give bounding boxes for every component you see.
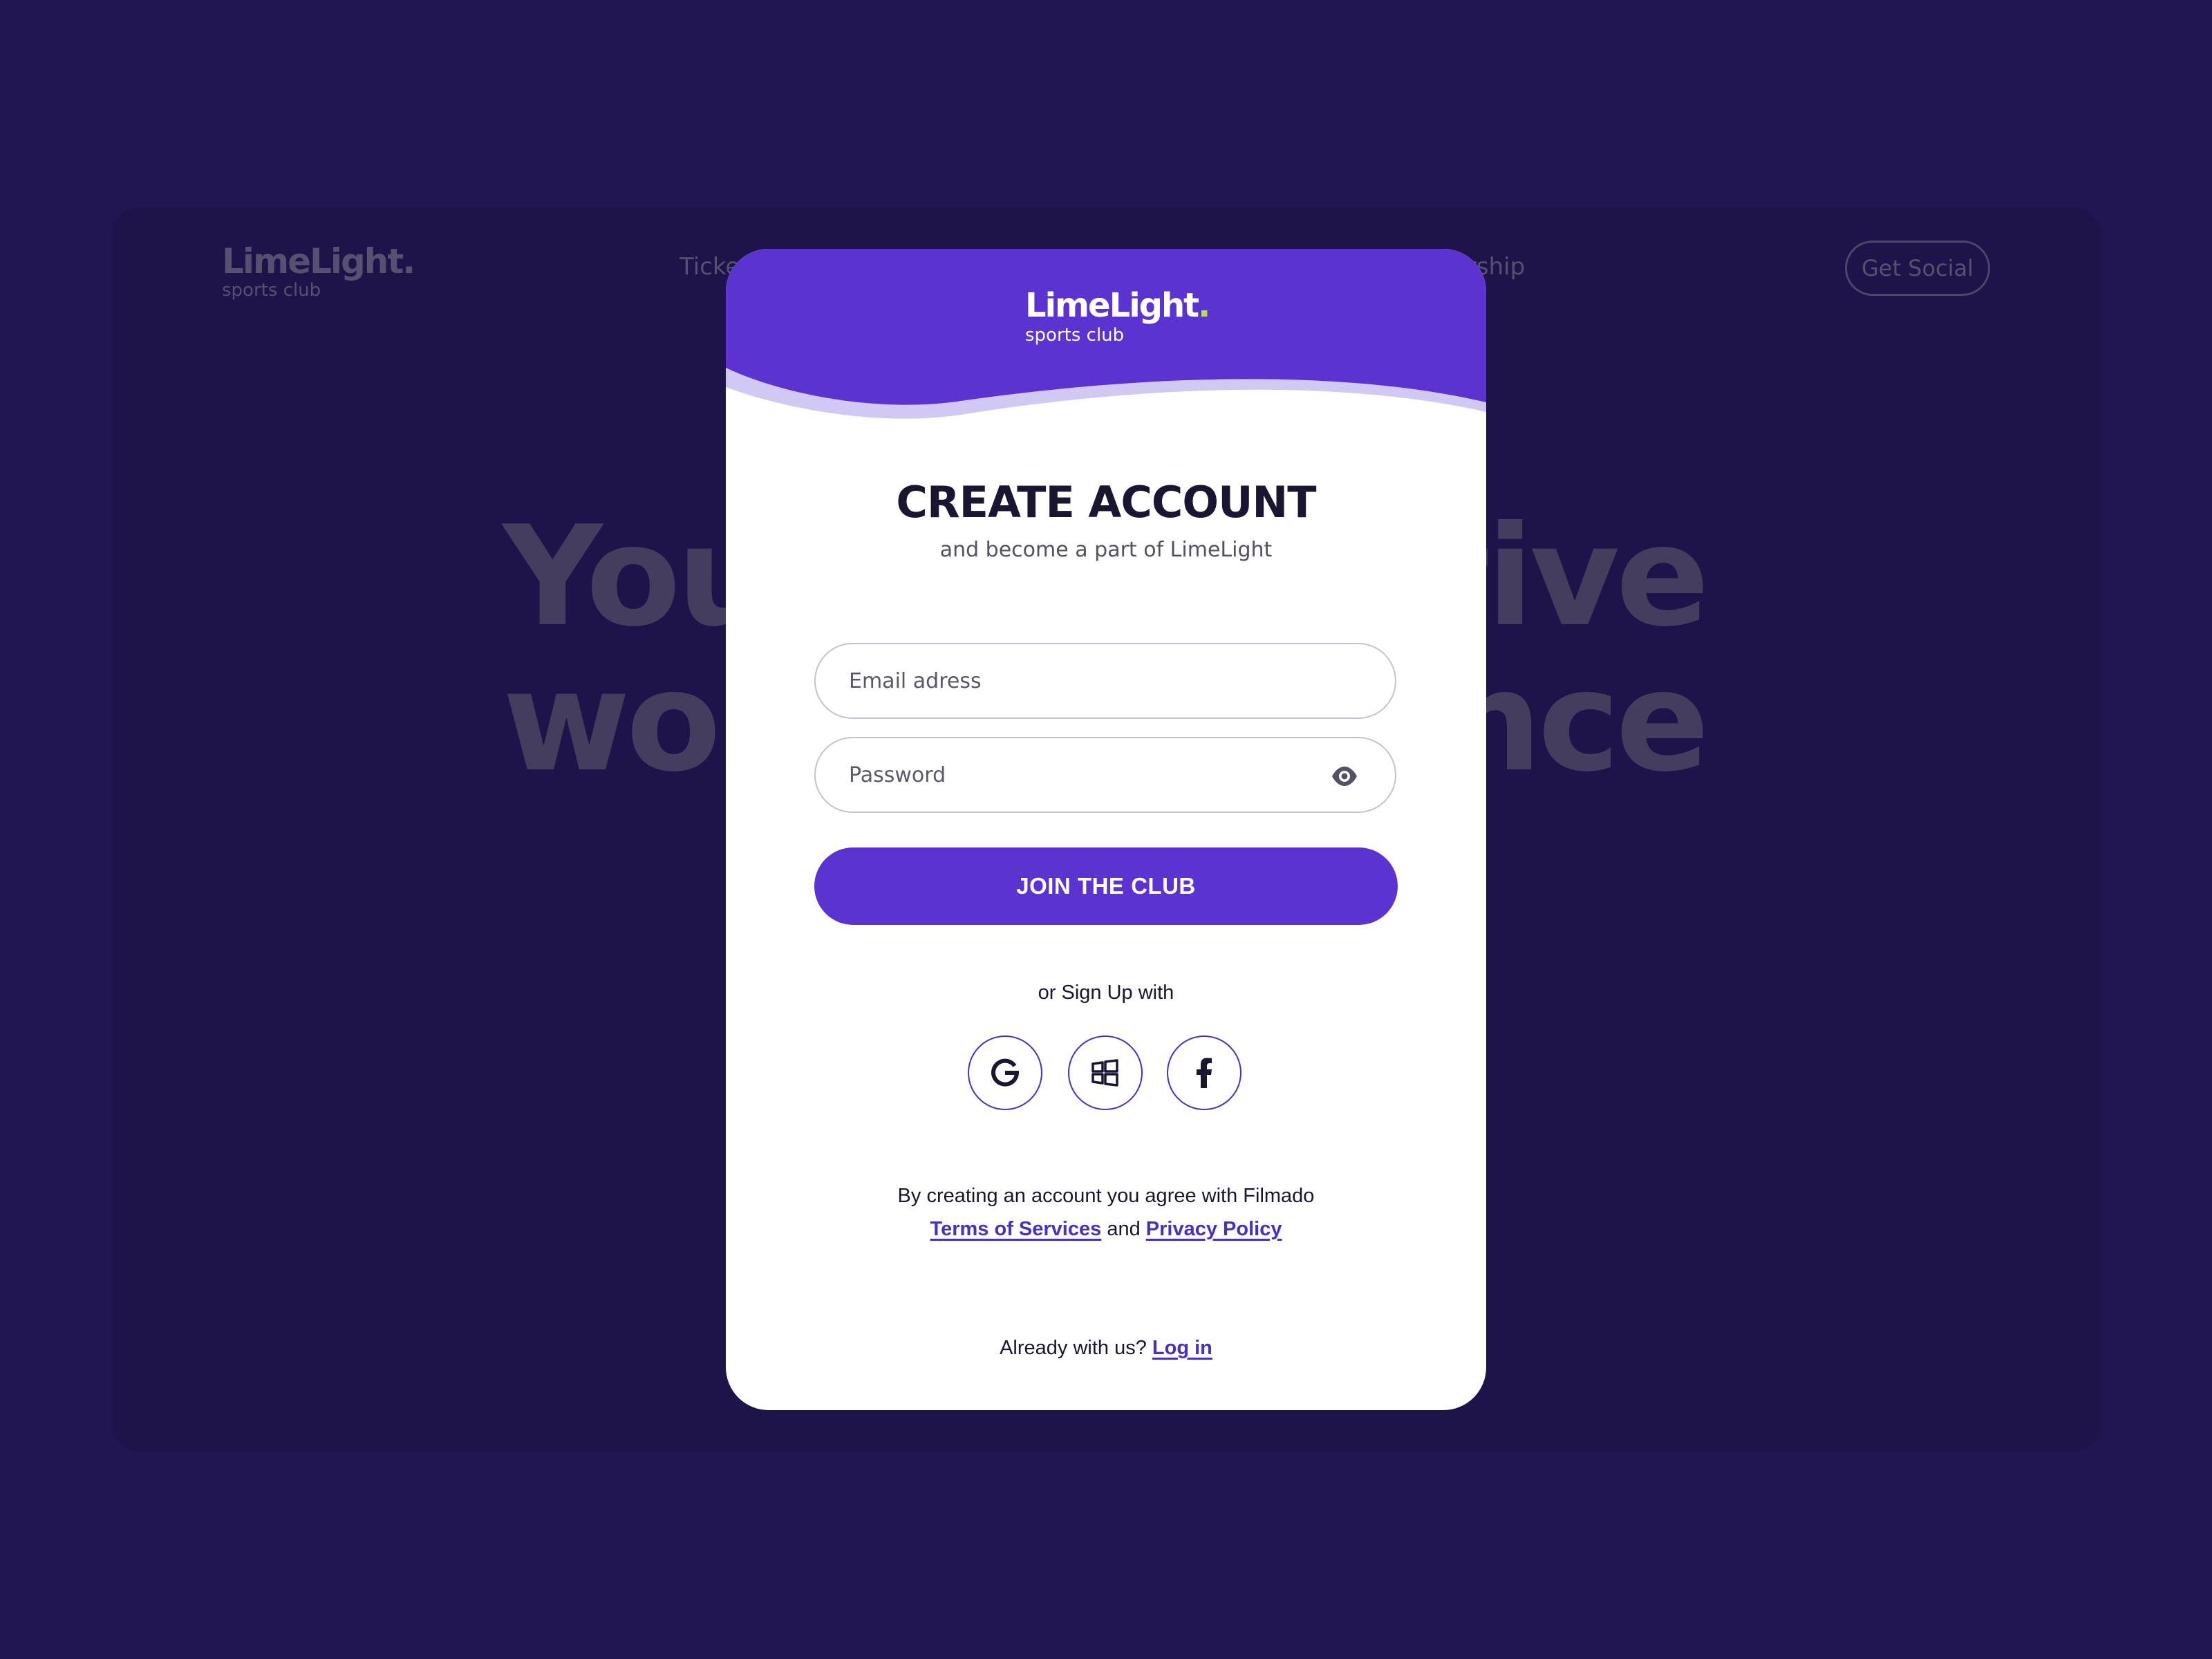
eye-icon[interactable] bbox=[1331, 765, 1358, 788]
email-field[interactable] bbox=[814, 643, 1396, 719]
terms-prefix: By creating an account you agree with Fi… bbox=[897, 1185, 1315, 1207]
google-icon bbox=[991, 1058, 1020, 1087]
already-text: Already with us? bbox=[1000, 1337, 1147, 1359]
windows-signup-button[interactable] bbox=[1068, 1035, 1143, 1110]
password-field[interactable] bbox=[814, 737, 1396, 813]
terms-text: By creating an account you agree with Fi… bbox=[726, 1179, 1486, 1246]
modal-title: CREATE ACCOUNT bbox=[896, 477, 1316, 527]
already-member-line: Already with us? Log in bbox=[726, 1337, 1486, 1360]
background-logo-subtitle: sports club bbox=[222, 280, 321, 301]
modal-subtitle: and become a part of LimeLight bbox=[939, 538, 1273, 562]
get-social-button[interactable]: Get Social bbox=[1845, 241, 1990, 296]
background-logo-text: LimeLight. bbox=[222, 241, 415, 281]
facebook-signup-button[interactable] bbox=[1167, 1035, 1241, 1110]
email-input[interactable] bbox=[847, 668, 1320, 694]
google-signup-button[interactable] bbox=[968, 1035, 1042, 1110]
modal-logo-text: LimeLight. bbox=[1025, 286, 1210, 325]
page: LimeLight. sports club Ticke ership Get … bbox=[0, 0, 2212, 1659]
modal-logo: LimeLight. sports club bbox=[1025, 286, 1210, 346]
modal-logo-subtitle: sports club bbox=[1025, 325, 1125, 346]
windows-icon bbox=[1091, 1059, 1118, 1087]
or-sign-up-text: or Sign Up with bbox=[1038, 982, 1174, 1004]
privacy-policy-link[interactable]: Privacy Policy bbox=[1146, 1218, 1282, 1240]
background-logo[interactable]: LimeLight. sports club bbox=[222, 241, 415, 301]
log-in-link[interactable]: Log in bbox=[1152, 1337, 1212, 1359]
modal-header: LimeLight. sports club bbox=[726, 249, 1486, 429]
lime-dot: . bbox=[1198, 286, 1210, 325]
terms-and: and bbox=[1107, 1218, 1141, 1240]
facebook-icon bbox=[1197, 1058, 1212, 1088]
password-input[interactable] bbox=[847, 762, 1320, 788]
terms-of-services-link[interactable]: Terms of Services bbox=[930, 1218, 1102, 1240]
join-the-club-button[interactable]: JOIN THE CLUB bbox=[814, 847, 1398, 925]
create-account-modal: LimeLight. sports club CREATE ACCOUNT an… bbox=[726, 249, 1486, 1410]
